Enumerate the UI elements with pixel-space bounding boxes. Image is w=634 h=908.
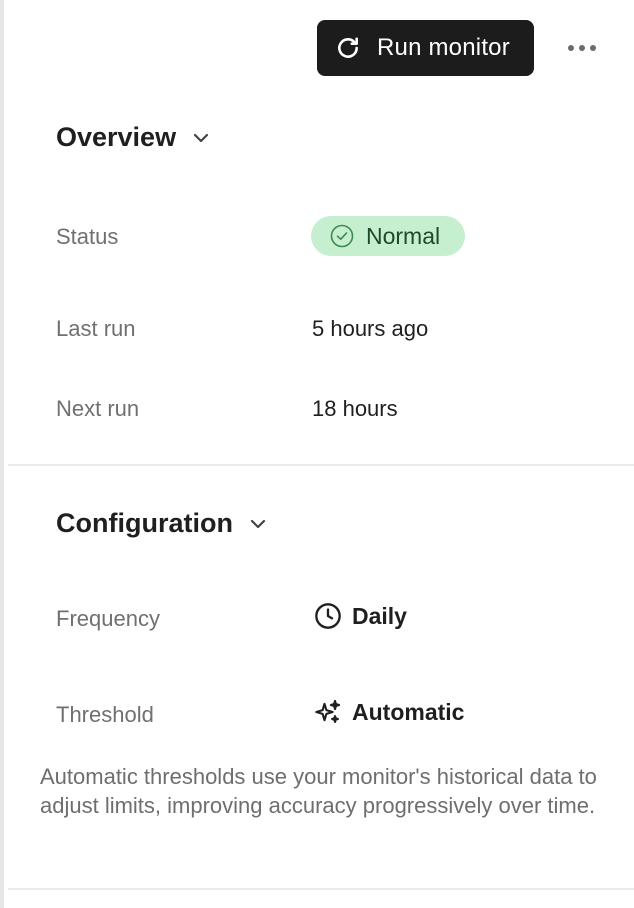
section-divider: [8, 464, 634, 466]
status-label: Status: [56, 224, 119, 249]
last-run-value: 5 hours ago: [312, 316, 429, 341]
chevron-down-icon: [190, 127, 212, 149]
sparkle-icon: [314, 698, 342, 726]
configuration-section-header[interactable]: Configuration: [56, 508, 269, 539]
threshold-text: Automatic: [352, 698, 465, 725]
more-horizontal-icon: [568, 45, 574, 51]
frequency-text: Daily: [352, 602, 407, 629]
frequency-value: Daily: [314, 602, 407, 630]
chevron-down-icon: [247, 513, 269, 535]
configuration-title: Configuration: [56, 508, 233, 538]
status-badge: Normal: [311, 216, 465, 256]
run-monitor-button[interactable]: Run monitor: [317, 20, 534, 76]
threshold-value: Automatic: [314, 698, 464, 726]
monitor-details-panel: Run monitor Overview Status Normal Last …: [0, 0, 634, 908]
next-run-value: 18 hours: [312, 396, 398, 421]
clock-icon: [314, 602, 342, 630]
section-divider: [8, 888, 634, 890]
frequency-label: Frequency: [56, 606, 160, 631]
next-run-label: Next run: [56, 396, 140, 421]
last-run-label: Last run: [56, 316, 136, 341]
threshold-label: Threshold: [56, 702, 154, 727]
check-circle-icon: [330, 224, 354, 248]
threshold-help-text: Automatic thresholds use your monitor's …: [40, 764, 597, 818]
overview-title: Overview: [56, 122, 177, 152]
more-options-button[interactable]: [562, 34, 602, 62]
run-monitor-label: Run monitor: [377, 34, 510, 61]
refresh-icon: [335, 35, 361, 61]
status-value: Normal: [366, 222, 441, 249]
overview-section-header[interactable]: Overview: [56, 122, 212, 153]
